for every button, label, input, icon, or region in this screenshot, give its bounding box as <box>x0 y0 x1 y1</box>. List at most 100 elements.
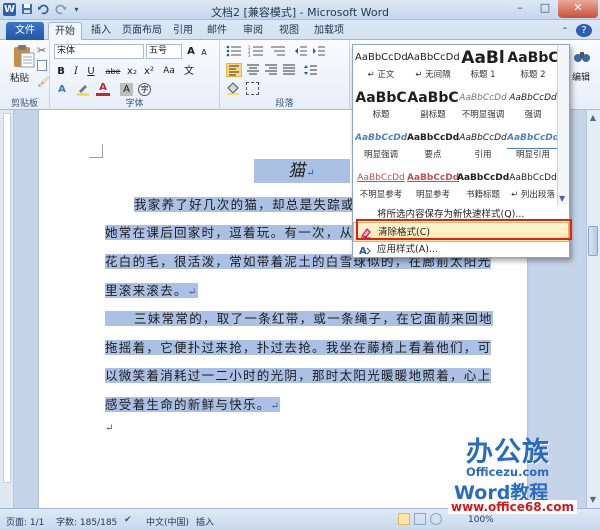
justify-icon[interactable] <box>282 64 296 76</box>
style-heading-2[interactable]: AaBbC 标题 2 <box>507 47 559 85</box>
status-language[interactable]: 中文(中国) <box>146 515 189 528</box>
minimize-button[interactable]: – <box>508 0 532 18</box>
tab-references[interactable]: 引用 <box>168 22 198 40</box>
text-effects-button[interactable]: A <box>54 82 70 97</box>
style-preview: AaBbC <box>507 50 559 66</box>
gallery-scrollbar[interactable]: ▼ <box>557 45 569 205</box>
grow-font-button[interactable]: A <box>184 44 198 59</box>
tab-file[interactable]: 文件 <box>6 22 44 40</box>
multilevel-list-icon[interactable] <box>270 45 286 57</box>
editing-label[interactable]: 编辑 <box>572 70 590 83</box>
tab-mailings[interactable]: 邮件 <box>202 22 232 40</box>
doc-title-text: 猫 <box>288 161 307 181</box>
bold-button[interactable]: B <box>54 64 68 79</box>
paste-button-label[interactable]: 粘贴 <box>10 70 29 84</box>
style-list-paragraph[interactable]: AaBbCcDd ↵ 列出段落 <box>507 167 559 205</box>
doc-line-5[interactable]: 三妹常常的，取了一条红带，或一条绳子，在它面前来回地 <box>105 310 493 328</box>
italic-button[interactable]: I <box>69 64 83 79</box>
status-words[interactable]: 字数: 185/185 <box>56 515 117 528</box>
view-full-screen-icon[interactable] <box>414 513 426 525</box>
view-print-layout-icon[interactable] <box>398 513 410 525</box>
cut-icon[interactable]: ✂ <box>37 44 46 57</box>
editing-binoculars-icon[interactable] <box>572 46 592 66</box>
help-icon[interactable]: ? <box>576 24 592 37</box>
increase-indent-icon[interactable] <box>312 45 326 57</box>
font-group: 宋体 五号 A A B I U abe x₂ x² Aa 文 A A A 字 字… <box>50 40 220 110</box>
doc-line-text: 拖摇着，它便扑过来抢，扑过去抢。我坐在藤椅上看着他们，可 <box>105 340 492 355</box>
copy-icon[interactable] <box>37 60 47 71</box>
ribbon-minimize-icon[interactable]: ⌃ <box>558 22 572 40</box>
tab-review[interactable]: 审阅 <box>238 22 268 40</box>
style-book-title[interactable]: AaBbCcDd 书籍标题 <box>457 167 509 205</box>
change-case-button[interactable]: Aa <box>160 64 178 79</box>
style-preview: AaBbCcDd <box>357 173 405 183</box>
style-subtle-reference[interactable]: AaBbCcDd 不明显参考 <box>355 167 407 205</box>
doc-line-1[interactable]: 我家养了好几次的猫，却总是失踪或死 <box>134 196 369 214</box>
character-shading-icon[interactable]: A <box>120 83 133 96</box>
shrink-font-button[interactable]: A <box>198 45 210 60</box>
bullets-icon[interactable] <box>226 45 242 57</box>
style-subtitle[interactable]: AaBbC 副标题 <box>407 87 459 125</box>
format-painter-icon[interactable]: 🖌 <box>37 77 50 88</box>
style-name: 书籍标题 <box>465 190 500 200</box>
status-page[interactable]: 页面: 1/1 <box>6 515 44 528</box>
align-left-icon[interactable] <box>226 63 242 77</box>
style-strong[interactable]: AaBbCcDd 要点 <box>407 127 459 165</box>
line-spacing-icon[interactable] <box>304 64 318 76</box>
scroll-thumb[interactable] <box>588 226 598 256</box>
shading-icon[interactable] <box>226 82 240 95</box>
maximize-button[interactable]: □ <box>533 0 557 18</box>
font-size-select[interactable]: 五号 <box>146 44 182 59</box>
phonetic-guide-button[interactable]: 文 <box>182 64 196 79</box>
spellcheck-icon[interactable]: ✔ <box>124 515 132 525</box>
paragraph-mark: ↵ <box>187 287 198 298</box>
borders-icon[interactable] <box>246 82 259 95</box>
gallery-scroll-down-icon[interactable]: ▼ <box>559 194 565 203</box>
close-button[interactable]: ✕ <box>558 0 598 18</box>
doc-line-6[interactable]: 拖摇着，它便扑过来抢，扑过去抢。我坐在藤椅上看着他们，可 <box>105 339 492 357</box>
doc-line-7[interactable]: 以微笑着消耗过一二小时的光阴，那时太阳光暖暖地照着，心上 <box>105 367 492 385</box>
align-center-icon[interactable] <box>246 64 260 76</box>
doc-line-4[interactable]: 里滚来滚去。↵ <box>105 282 198 302</box>
paste-icon[interactable] <box>10 43 36 69</box>
tab-page-layout[interactable]: 页面布局 <box>120 22 164 40</box>
vertical-scrollbar[interactable] <box>586 110 600 508</box>
style-heading-1[interactable]: AaBl 标题 1 <box>457 47 509 85</box>
numbering-icon[interactable]: 123 <box>248 45 264 58</box>
doc-line-8[interactable]: 感受着生命的新鲜与快乐。↵ <box>105 396 281 416</box>
status-zoom[interactable]: 100% <box>468 515 494 525</box>
style-quote[interactable]: AaBbCcDd 引用 <box>457 127 509 165</box>
style-subtle-emphasis[interactable]: AaBbCcDd 不明显强调 <box>457 87 509 125</box>
tab-insert[interactable]: 插入 <box>86 22 116 40</box>
style-no-spacing[interactable]: AaBbCcDd ↵ 无间隔 <box>407 47 459 85</box>
view-web-icon[interactable] <box>430 513 442 525</box>
tab-home[interactable]: 开始 <box>48 22 82 40</box>
style-normal[interactable]: AaBbCcDd ↵ 正文 <box>355 47 407 85</box>
tab-view[interactable]: 视图 <box>274 22 304 40</box>
font-color-button[interactable]: A <box>96 82 110 96</box>
decrease-indent-icon[interactable] <box>294 45 308 57</box>
clipboard-group: 粘贴 ✂ 🖌 剪贴板 <box>0 40 50 110</box>
empty-paragraph-mark: ↵ <box>105 418 115 438</box>
underline-button[interactable]: U <box>84 64 98 79</box>
tab-addins[interactable]: 加载项 <box>310 22 348 40</box>
doc-title[interactable]: 猫↵ <box>254 159 350 183</box>
style-title[interactable]: AaBbC 标题 <box>355 87 407 125</box>
style-preview: AaBbCcDd <box>509 173 557 183</box>
font-name-select[interactable]: 宋体 <box>54 44 144 59</box>
style-intense-quote[interactable]: AaBbCcDd 明显引用 <box>507 127 559 165</box>
strikethrough-button[interactable]: abe <box>104 64 122 79</box>
menu-apply-styles[interactable]: A 应用样式(A)... <box>353 240 569 260</box>
vertical-ruler-track <box>3 113 11 483</box>
highlighter-icon[interactable] <box>76 83 90 96</box>
scroll-down-icon[interactable]: ▼ <box>587 494 599 506</box>
subscript-button[interactable]: x₂ <box>124 64 140 79</box>
scroll-up-icon[interactable]: ▲ <box>587 112 599 124</box>
style-emphasis[interactable]: AaBbCcDd 强调 <box>507 87 559 125</box>
align-right-icon[interactable] <box>264 64 278 76</box>
superscript-button[interactable]: x² <box>141 64 157 79</box>
status-mode[interactable]: 插入 <box>196 515 214 528</box>
style-intense-emphasis[interactable]: AaBbCcDd 明显强调 <box>355 127 407 165</box>
style-intense-reference[interactable]: AaBbCcDd 明显参考 <box>407 167 459 205</box>
enclose-character-icon[interactable]: 字 <box>138 83 151 96</box>
